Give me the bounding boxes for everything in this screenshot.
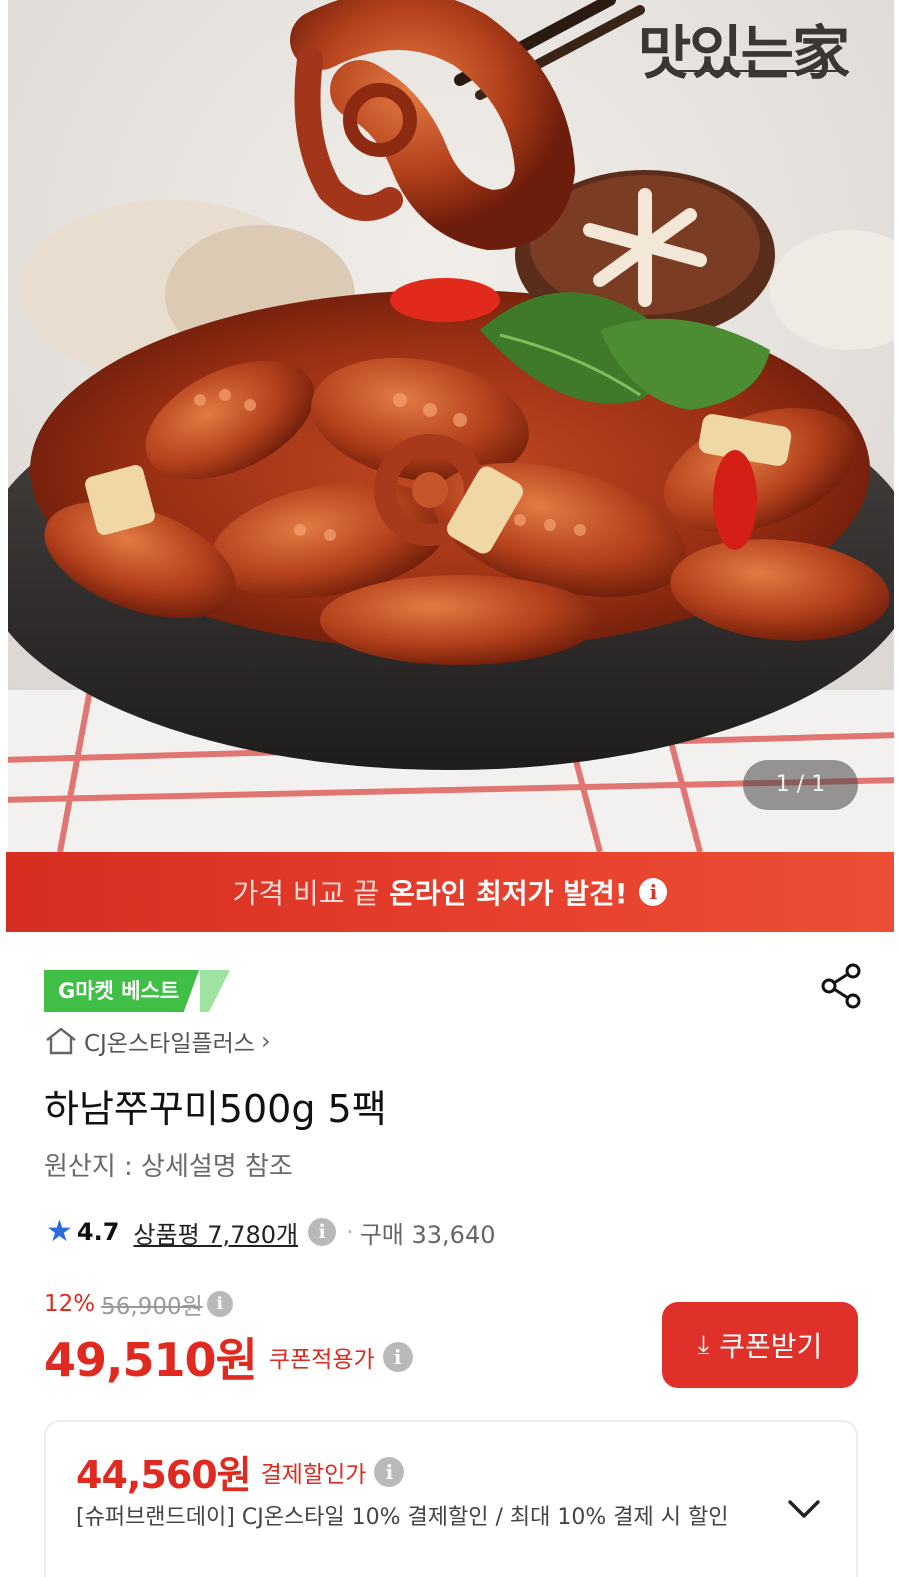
get-coupon-label: 쿠폰받기	[719, 1331, 823, 1362]
info-icon[interactable]: i	[206, 1291, 233, 1317]
chevron-down-icon[interactable]	[784, 1494, 824, 1524]
product-title: 하남쭈꾸미500g 5팩	[44, 1087, 387, 1131]
info-icon[interactable]: i	[639, 878, 668, 906]
chevron-right-icon: ›	[260, 1027, 271, 1055]
get-coupon-button[interactable]: ⤓ 쿠폰받기	[662, 1302, 858, 1388]
right-edge	[894, 0, 900, 852]
best-badge: G마켓 베스트	[44, 970, 200, 1012]
payment-discount-card[interactable]: 44,560원 결제할인가 i [슈퍼브랜드데이] CJ온스타일 10% 결제할…	[44, 1420, 858, 1577]
seller-link[interactable]: CJ온스타일플러스 ›	[44, 1024, 271, 1058]
image-page-counter: 1 / 1	[743, 760, 858, 810]
payment-price-row: 44,560원 결제할인가 i	[76, 1444, 405, 1499]
lowest-price-banner[interactable]: 가격 비교 끝 온라인 최저가 발견! i	[6, 852, 894, 932]
original-price: 56,900원	[101, 1294, 203, 1320]
payment-discount-price: 44,560원	[76, 1453, 252, 1497]
best-badge-tip	[200, 970, 230, 1012]
share-icon[interactable]	[820, 963, 862, 1009]
coupon-price: 49,510원	[44, 1333, 258, 1387]
reviews-link[interactable]: 상품평 7,780개	[133, 1215, 298, 1250]
food-illustration	[0, 0, 900, 852]
banner-light-text: 가격 비교 끝	[232, 877, 380, 910]
info-icon[interactable]: i	[374, 1456, 405, 1487]
discount-percent: 12%	[44, 1291, 96, 1317]
discount-row: 12% 56,900원 i	[44, 1288, 233, 1320]
product-image[interactable]: 맛있는家 1 / 1	[0, 0, 900, 852]
star-icon: ★	[46, 1214, 73, 1249]
price-row: 49,510원 쿠폰적용가 i	[44, 1326, 413, 1388]
banner-bold-text: 온라인 최저가 발견!	[389, 877, 628, 910]
seller-name: CJ온스타일플러스	[84, 1031, 255, 1057]
separator-dot: ·	[346, 1218, 354, 1246]
origin-text: 원산지 : 상세설명 참조	[44, 1152, 293, 1182]
payment-discount-description: [슈퍼브랜드데이] CJ온스타일 10% 결제할인 / 최대 10% 결제 시 …	[76, 1505, 729, 1530]
rating-score: 4.7	[76, 1218, 120, 1246]
purchase-count: 구매 33,640	[359, 1220, 496, 1249]
left-edge	[0, 0, 8, 852]
payment-discount-label: 결제할인가	[260, 1461, 367, 1488]
info-icon[interactable]: i	[308, 1218, 337, 1246]
home-icon	[46, 1027, 76, 1055]
rating-row: ★ 4.7 상품평 7,780개 i · 구매 33,640	[46, 1214, 495, 1250]
brand-logo-underline	[670, 70, 848, 72]
download-icon: ⤓	[697, 1329, 710, 1359]
info-icon[interactable]: i	[382, 1342, 413, 1372]
brand-logo: 맛있는家	[637, 19, 850, 87]
coupon-price-label: 쿠폰적용가	[268, 1347, 375, 1373]
